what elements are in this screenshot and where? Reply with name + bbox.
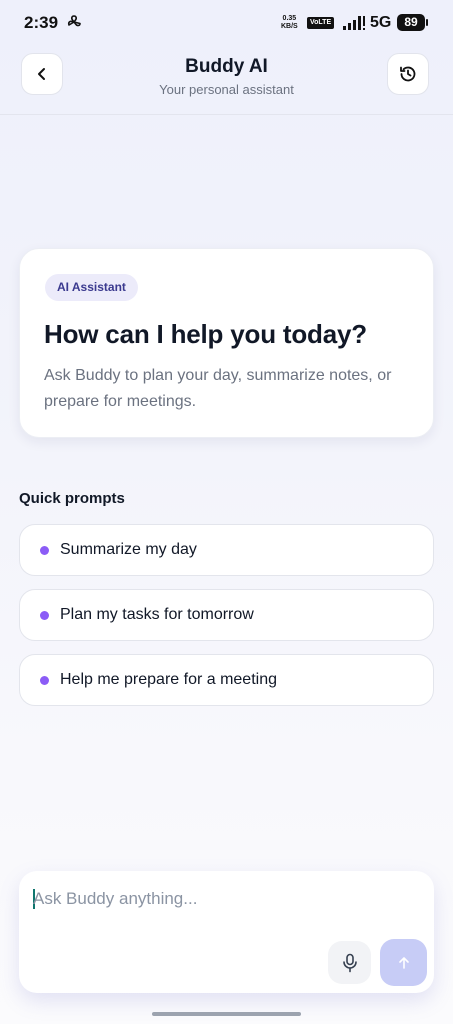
quick-prompt-label: Summarize my day [60,541,197,558]
app-header: Buddy AI Your personal assistant [0,48,453,115]
app-notification-icon [67,15,81,27]
welcome-heading: How can I help you today? [44,319,367,349]
welcome-card: AI Assistant How can I help you today? A… [19,248,434,438]
quick-prompt-label: Plan my tasks for tomorrow [60,606,254,623]
history-icon [400,66,416,82]
quick-prompt-label: Help me prepare for a meeting [60,671,277,688]
status-time: 2:39 [24,13,59,32]
send-button[interactable] [380,939,427,986]
arrow-up-icon [398,956,409,969]
page-subtitle: Your personal assistant [159,82,294,97]
message-composer [19,871,434,993]
page-title: Buddy AI [185,56,268,77]
quick-prompt-prepare-meeting[interactable]: Help me prepare for a meeting [19,654,434,706]
bullet-dot-icon [40,546,49,555]
message-input[interactable] [33,885,413,913]
voice-input-button[interactable] [328,941,371,984]
quick-prompt-summarize-day[interactable]: Summarize my day [19,524,434,576]
status-bar: 2:39 0.35 KB/S VoLTE 5G 89 [0,0,453,48]
network-speed: 0.35 KB/S [281,15,298,31]
welcome-description: Ask Buddy to plan your day, summarize no… [44,367,392,410]
quick-prompt-plan-tasks[interactable]: Plan my tasks for tomorrow [19,589,434,641]
microphone-icon [342,953,357,972]
history-button[interactable] [387,53,429,95]
signal-icon [343,16,365,30]
volte-badge: VoLTE [307,17,335,29]
home-indicator[interactable] [152,1012,301,1016]
network-speed-value: 0.35 [282,15,297,22]
bullet-dot-icon [40,676,49,685]
quick-prompts-label: Quick prompts [19,490,125,507]
network-speed-unit: KB/S [281,23,298,30]
ai-assistant-badge: AI Assistant [45,274,138,301]
bullet-dot-icon [40,611,49,620]
battery-indicator: 89 [397,14,428,31]
network-type: 5G [370,14,392,31]
